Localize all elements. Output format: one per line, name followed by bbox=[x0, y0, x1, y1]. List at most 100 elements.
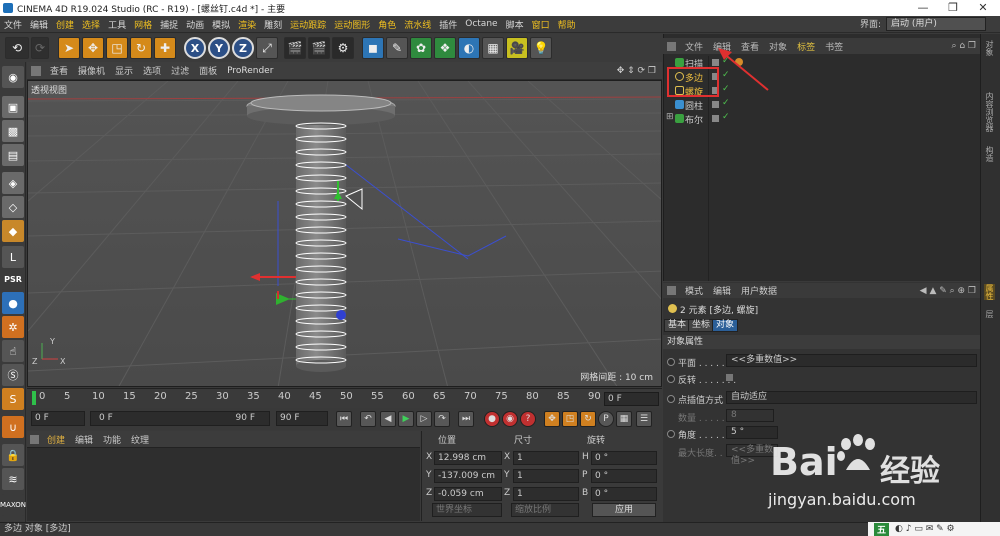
plane-select[interactable]: <<多重数值>> bbox=[726, 354, 977, 367]
viewport-menu-filter[interactable]: 过滤 bbox=[166, 64, 194, 77]
workplane-icon[interactable]: ▤ bbox=[2, 144, 24, 166]
render-picture-viewer-icon[interactable]: 🎬 bbox=[308, 37, 330, 59]
menu-script[interactable]: 脚本 bbox=[502, 18, 528, 31]
timeline-playhead[interactable] bbox=[32, 391, 36, 405]
coordinate-system-icon[interactable]: ⤢ bbox=[256, 37, 278, 59]
apply-button[interactable]: 应用 bbox=[592, 503, 656, 517]
menu-snap[interactable]: 捕捉 bbox=[156, 18, 182, 31]
menu-window[interactable]: 窗口 bbox=[528, 18, 554, 31]
visibility-dot[interactable] bbox=[712, 101, 719, 108]
camera-icon[interactable]: 🎥 bbox=[506, 37, 528, 59]
go-to-end-icon[interactable]: ⏭ bbox=[458, 411, 474, 427]
object-row-cylinder[interactable]: 圆柱 ✓ bbox=[663, 98, 980, 112]
tab-attributes[interactable]: 属性 bbox=[984, 284, 995, 300]
pos-z-field[interactable]: -0.059 cm bbox=[434, 487, 502, 501]
tray-icons[interactable]: ◐ ♪ ▭ ✉ ✎ ⚙ bbox=[895, 524, 955, 534]
object-menu-tags[interactable]: 标签 bbox=[792, 40, 820, 53]
next-key-icon[interactable]: ↷ bbox=[434, 411, 450, 427]
viewport-menu-options[interactable]: 选项 bbox=[138, 64, 166, 77]
attr-tab-basic[interactable]: 基本 bbox=[664, 319, 691, 332]
object-menu-bookmarks[interactable]: 书签 bbox=[820, 40, 848, 53]
menu-select[interactable]: 选择 bbox=[78, 18, 104, 31]
viewport-menu-view[interactable]: 查看 bbox=[45, 64, 73, 77]
timeline[interactable]: 0 5 10 15 20 25 30 35 40 45 50 55 60 65 … bbox=[27, 388, 662, 408]
material-menu-function[interactable]: 功能 bbox=[98, 433, 126, 446]
menu-mograph[interactable]: 运动图形 bbox=[330, 18, 374, 31]
close-button[interactable]: ✕ bbox=[968, 0, 998, 16]
rot-b-field[interactable]: 0 ° bbox=[591, 487, 657, 501]
tab-content-browser[interactable]: 内容浏览器 bbox=[984, 92, 995, 132]
frame-range-slider[interactable]: 0 F 90 F bbox=[90, 411, 270, 426]
render-settings-icon[interactable]: ⚙ bbox=[332, 37, 354, 59]
reverse-checkbox[interactable] bbox=[726, 374, 733, 381]
animate-radio[interactable] bbox=[667, 375, 675, 383]
expand-icon[interactable]: ⊞ bbox=[666, 112, 674, 122]
angle-field[interactable]: 5 ° bbox=[726, 426, 778, 439]
menu-help[interactable]: 帮助 bbox=[554, 18, 580, 31]
size-y-field[interactable]: 1 bbox=[513, 469, 579, 483]
previous-key-icon[interactable]: ↶ bbox=[360, 411, 376, 427]
lock-icon[interactable]: 🔒 bbox=[2, 444, 24, 466]
cube-icon[interactable]: ◼ bbox=[362, 37, 384, 59]
menu-octane[interactable]: Octane bbox=[461, 19, 501, 29]
key-position-icon[interactable]: ✥ bbox=[544, 411, 560, 427]
record-icon[interactable]: ● bbox=[484, 411, 500, 427]
next-frame-icon[interactable]: ▷ bbox=[416, 411, 432, 427]
autokey-icon[interactable]: ◉ bbox=[502, 411, 518, 427]
hair-icon[interactable]: ≋ bbox=[2, 468, 24, 490]
play-icon[interactable]: ▶ bbox=[398, 411, 414, 427]
material-menu-texture[interactable]: 纹理 bbox=[126, 433, 154, 446]
size-x-field[interactable]: 1 bbox=[513, 451, 579, 465]
go-to-start-icon[interactable]: ⏮ bbox=[336, 411, 352, 427]
menu-render[interactable]: 渲染 bbox=[234, 18, 260, 31]
menu-simulate[interactable]: 模拟 bbox=[208, 18, 234, 31]
material-menu-create[interactable]: 创建 bbox=[42, 433, 70, 446]
rot-h-field[interactable]: 0 ° bbox=[591, 451, 657, 465]
pen-spline-icon[interactable]: ✎ bbox=[386, 37, 408, 59]
attribute-menu-userdata[interactable]: 用户数据 bbox=[736, 284, 782, 297]
model-mode-icon[interactable]: ▣ bbox=[2, 96, 24, 118]
attr-tab-coords[interactable]: 坐标 bbox=[688, 319, 715, 332]
pos-x-field[interactable]: 12.998 cm bbox=[434, 451, 502, 465]
redo-icon[interactable]: ⟳ bbox=[31, 37, 49, 59]
enabled-check-icon[interactable]: ✓ bbox=[722, 112, 730, 122]
tab-structure[interactable]: 构造 bbox=[984, 146, 995, 162]
attribute-menu-edit[interactable]: 编辑 bbox=[708, 284, 736, 297]
coordinate-mode-select[interactable]: 世界坐标 bbox=[432, 503, 502, 517]
viewport-menu-display[interactable]: 显示 bbox=[110, 64, 138, 77]
key-scale-icon[interactable]: ◳ bbox=[562, 411, 578, 427]
menu-sculpt[interactable]: 雕刻 bbox=[260, 18, 286, 31]
enabled-check-icon[interactable]: ✓ bbox=[722, 98, 730, 108]
animate-radio[interactable] bbox=[667, 358, 675, 366]
make-editable-icon[interactable]: ◉ bbox=[2, 66, 24, 88]
menu-animate[interactable]: 动画 bbox=[182, 18, 208, 31]
interpolation-select[interactable]: 自动适应 bbox=[726, 391, 977, 404]
current-frame-field[interactable]: 0 F bbox=[604, 392, 659, 406]
animate-radio[interactable] bbox=[667, 395, 675, 403]
psr-icon[interactable]: PSR bbox=[2, 268, 24, 290]
deformer-icon[interactable]: ◐ bbox=[458, 37, 480, 59]
attribute-menu-mode[interactable]: 模式 bbox=[680, 284, 708, 297]
attr-tab-object[interactable]: 对象 bbox=[712, 319, 739, 332]
previous-frame-icon[interactable]: ◀ bbox=[380, 411, 396, 427]
size-mode-select[interactable]: 缩放比例 bbox=[511, 503, 579, 517]
object-row-boole[interactable]: ⊞ 布尔 ✓ bbox=[663, 112, 980, 126]
object-search-icon[interactable]: ⌕ ⌂ ❐ bbox=[951, 41, 976, 51]
light-icon[interactable]: 💡 bbox=[530, 37, 552, 59]
array-icon[interactable]: ❖ bbox=[434, 37, 456, 59]
timeline-menu-icon[interactable]: ☰ bbox=[636, 411, 652, 427]
maximize-button[interactable]: ❐ bbox=[938, 0, 968, 16]
animate-radio[interactable] bbox=[667, 430, 675, 438]
start-frame-field[interactable]: 0 F bbox=[31, 411, 85, 426]
rot-p-field[interactable]: 0 ° bbox=[591, 469, 657, 483]
menu-mesh[interactable]: 网格 bbox=[130, 18, 156, 31]
menu-motion-tracking[interactable]: 运动跟踪 bbox=[286, 18, 330, 31]
tab-layers[interactable]: 层 bbox=[984, 310, 995, 318]
undo-icon[interactable]: ⟲ bbox=[5, 37, 29, 59]
edge-mode-icon[interactable]: ◇ bbox=[2, 196, 24, 218]
viewport-menu-camera[interactable]: 摄像机 bbox=[73, 64, 110, 77]
axis-mode-icon[interactable]: L bbox=[2, 246, 24, 268]
key-rotation-icon[interactable]: ↻ bbox=[580, 411, 596, 427]
rotate-tool-icon[interactable]: ↻ bbox=[130, 37, 152, 59]
render-view-icon[interactable]: 🎬 bbox=[284, 37, 306, 59]
